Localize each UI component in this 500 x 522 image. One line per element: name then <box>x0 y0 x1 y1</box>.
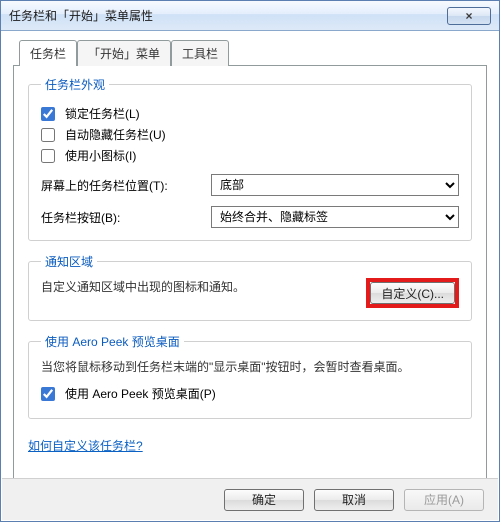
checkbox-aero-peek[interactable] <box>41 387 55 401</box>
checkbox-label: 使用 Aero Peek 预览桌面(P) <box>65 385 216 402</box>
tab-label: 任务栏 <box>30 47 66 61</box>
tab-strip: 任务栏 「开始」菜单 工具栏 <box>19 40 487 66</box>
title-bar: 任务栏和「开始」菜单属性 × <box>1 1 499 31</box>
checkbox-row-lock[interactable]: 锁定任务栏(L) <box>41 105 459 122</box>
aero-description: 当您将鼠标移动到任务栏末端的"显示桌面"按钮时，会暂时查看桌面。 <box>41 358 459 377</box>
dialog-window: 任务栏和「开始」菜单属性 × 任务栏 「开始」菜单 工具栏 任务栏外观 锁定任务… <box>0 0 500 522</box>
checkbox-row-small-icons[interactable]: 使用小图标(I) <box>41 147 459 164</box>
row-taskbar-buttons: 任务栏按钮(B): 始终合并、隐藏标签 <box>41 206 459 228</box>
highlight-annotation: 自定义(C)... <box>366 278 459 308</box>
group-aero-peek: 使用 Aero Peek 预览桌面 当您将鼠标移动到任务栏末端的"显示桌面"按钮… <box>28 333 472 419</box>
checkbox-row-autohide[interactable]: 自动隐藏任务栏(U) <box>41 126 459 143</box>
notification-description: 自定义通知区域中出现的图标和通知。 <box>41 278 245 297</box>
ok-button[interactable]: 确定 <box>224 489 304 511</box>
dialog-body: 任务栏 「开始」菜单 工具栏 任务栏外观 锁定任务栏(L) 自动隐藏任务栏(U) <box>1 31 499 485</box>
close-button[interactable]: × <box>447 7 491 25</box>
group-legend: 任务栏外观 <box>41 76 109 93</box>
checkbox-autohide[interactable] <box>41 128 55 142</box>
tab-label: 工具栏 <box>182 47 218 61</box>
tab-panel-taskbar: 任务栏外观 锁定任务栏(L) 自动隐藏任务栏(U) 使用小图标(I) 屏幕上的任… <box>13 65 487 485</box>
tab-taskbar[interactable]: 任务栏 <box>19 40 77 66</box>
checkbox-label: 使用小图标(I) <box>65 147 136 164</box>
row-taskbar-position: 屏幕上的任务栏位置(T): 底部 <box>41 174 459 196</box>
help-link[interactable]: 如何自定义该任务栏? <box>28 437 143 454</box>
group-notification-area: 通知区域 自定义通知区域中出现的图标和通知。 自定义(C)... <box>28 253 472 321</box>
label-taskbar-buttons: 任务栏按钮(B): <box>41 209 211 226</box>
cancel-button[interactable]: 取消 <box>314 489 394 511</box>
select-taskbar-position[interactable]: 底部 <box>211 174 459 196</box>
checkbox-label: 锁定任务栏(L) <box>65 105 140 122</box>
label-taskbar-position: 屏幕上的任务栏位置(T): <box>41 177 211 194</box>
checkbox-lock-taskbar[interactable] <box>41 107 55 121</box>
button-label: 取消 <box>342 491 366 508</box>
group-legend: 通知区域 <box>41 253 97 270</box>
group-legend: 使用 Aero Peek 预览桌面 <box>41 333 184 350</box>
checkbox-label: 自动隐藏任务栏(U) <box>65 126 166 143</box>
tab-toolbars[interactable]: 工具栏 <box>171 40 229 66</box>
button-label: 应用(A) <box>424 491 464 508</box>
customize-button[interactable]: 自定义(C)... <box>370 282 455 304</box>
window-title: 任务栏和「开始」菜单属性 <box>9 7 447 24</box>
group-appearance: 任务栏外观 锁定任务栏(L) 自动隐藏任务栏(U) 使用小图标(I) 屏幕上的任… <box>28 76 472 241</box>
button-label: 自定义(C)... <box>381 285 444 302</box>
checkbox-row-aero-peek[interactable]: 使用 Aero Peek 预览桌面(P) <box>41 385 459 402</box>
close-icon: × <box>465 9 472 23</box>
apply-button[interactable]: 应用(A) <box>404 489 484 511</box>
button-label: 确定 <box>252 491 276 508</box>
select-taskbar-buttons[interactable]: 始终合并、隐藏标签 <box>211 206 459 228</box>
tab-label: 「开始」菜单 <box>88 47 160 61</box>
notification-row: 自定义通知区域中出现的图标和通知。 自定义(C)... <box>41 278 459 308</box>
checkbox-small-icons[interactable] <box>41 149 55 163</box>
dialog-footer: 确定 取消 应用(A) <box>2 478 498 520</box>
tab-start-menu[interactable]: 「开始」菜单 <box>77 40 171 66</box>
